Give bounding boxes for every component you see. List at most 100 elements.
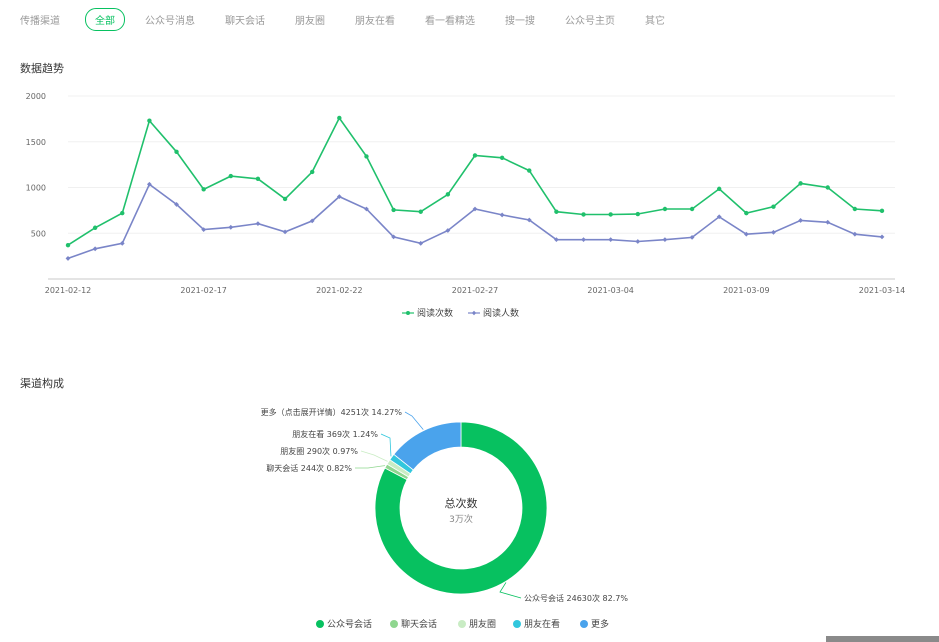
legend-dot	[390, 620, 398, 628]
tab-search[interactable]: 搜一搜	[505, 12, 535, 27]
callout-line	[404, 411, 424, 430]
slice-label: 公众号会话 24630次 82.7%	[524, 593, 628, 603]
legend-marker-reads	[406, 311, 410, 315]
legend-label: 阅读次数	[417, 307, 453, 319]
data-point-reads	[798, 181, 803, 186]
data-point-reads	[337, 115, 342, 121]
data-point-reads	[554, 209, 559, 214]
x-tick-label: 2021-03-14	[859, 286, 906, 295]
tab-official-account-message[interactable]: 公众号消息	[145, 12, 195, 27]
callout-line	[360, 450, 388, 462]
data-point-readers	[581, 237, 586, 243]
tab-account-homepage[interactable]: 公众号主页	[565, 12, 615, 27]
data-point-reads	[581, 212, 586, 217]
legend-dot	[513, 620, 521, 628]
horizontal-scrollbar[interactable]	[826, 636, 939, 642]
data-point-reads	[499, 155, 505, 160]
tab-chat-session[interactable]: 聊天会话	[225, 12, 265, 27]
data-point-reads	[364, 154, 369, 159]
legend-dot	[316, 620, 324, 628]
data-point-reads	[689, 206, 695, 212]
x-tick-label: 2021-02-17	[180, 286, 227, 295]
data-point-reads	[147, 118, 152, 123]
data-point-reads	[201, 187, 206, 192]
tab-friends-watching[interactable]: 朋友在看	[355, 12, 395, 27]
data-point-reads	[120, 210, 125, 216]
y-tick-label: 1000	[26, 184, 46, 193]
data-point-readers	[228, 224, 234, 230]
legend-label: 公众号会话	[327, 618, 372, 630]
tab-other[interactable]: 其它	[645, 12, 665, 27]
data-point-reads	[310, 169, 315, 175]
legend-dot	[458, 620, 466, 628]
series-line-1	[67, 183, 883, 260]
data-point-reads	[635, 211, 640, 217]
data-point-readers	[662, 237, 668, 243]
legend-label: 阅读人数	[483, 307, 519, 319]
data-point-readers	[119, 240, 125, 246]
legend-dot	[580, 620, 588, 628]
data-point-reads	[879, 208, 885, 214]
data-point-readers	[608, 237, 614, 243]
data-point-reads	[717, 186, 722, 192]
callout-line	[499, 582, 522, 599]
slice-label: 聊天会话 244次 0.82%	[266, 463, 352, 473]
slice-label: 朋友圈 290次 0.97%	[280, 446, 358, 456]
data-point-reads	[608, 212, 613, 217]
trend-line-chart: 500 1000 1500 2000 2021-02-12 2021-02-17 2021-…	[26, 92, 906, 319]
data-point-reads	[391, 207, 396, 213]
data-point-reads	[65, 242, 71, 248]
data-point-reads	[472, 153, 478, 158]
data-point-reads	[228, 173, 233, 179]
tab-all[interactable]: 全部	[85, 7, 125, 31]
x-tick-label: 2021-02-22	[316, 286, 363, 295]
slice-label: 朋友在看 369次 1.24%	[292, 429, 378, 439]
data-point-reads	[282, 196, 288, 202]
x-tick-label: 2021-03-09	[723, 286, 770, 295]
x-tick-label: 2021-02-12	[45, 286, 92, 295]
donut-center-value: 3万次	[449, 513, 473, 525]
data-point-reads	[255, 176, 261, 182]
legend-label: 更多	[591, 618, 609, 630]
channel-section-title: 渠道构成	[20, 377, 64, 390]
data-point-readers	[92, 246, 98, 252]
data-point-reads	[527, 168, 532, 173]
data-point-reads	[744, 210, 749, 216]
data-point-readers	[771, 229, 776, 235]
tab-moments[interactable]: 朋友圈	[295, 12, 325, 27]
legend-label: 聊天会话	[401, 618, 437, 630]
callout-line	[355, 465, 386, 469]
donut-center-label: 总次数	[445, 496, 478, 510]
data-point-readers	[65, 256, 71, 261]
data-point-reads	[418, 209, 423, 214]
channel-donut-chart: 总次数 3万次公众号会话 24630次 82.7% 聊天会话 244次 0.82% 朋…	[261, 407, 629, 630]
slice-label: 更多（点击展开详情）4251次 14.27%	[261, 407, 403, 417]
legend-marker-readers	[471, 310, 477, 316]
data-point-reads	[445, 192, 451, 197]
data-point-reads	[825, 185, 830, 190]
x-tick-label: 2021-02-27	[452, 286, 499, 295]
data-point-reads	[852, 206, 858, 212]
data-point-readers	[852, 231, 858, 237]
donut-slice	[393, 421, 462, 471]
series-line-0	[67, 116, 883, 246]
data-point-readers	[798, 218, 803, 223]
channel-tabs-label: 传播渠道	[20, 15, 60, 27]
data-point-readers	[635, 239, 641, 244]
legend-label: 朋友在看	[524, 618, 560, 630]
y-tick-label: 500	[31, 229, 46, 238]
data-point-reads	[92, 225, 98, 230]
callout-line	[380, 433, 392, 457]
data-point-reads	[174, 149, 179, 155]
channel-tabs: 传播渠道 全部 公众号消息 聊天会话 朋友圈 朋友在看 看一看精选 搜一搜 公众…	[20, 7, 695, 31]
y-tick-label: 1500	[26, 138, 46, 147]
legend-label: 朋友圈	[469, 618, 496, 630]
data-point-reads	[662, 206, 668, 212]
data-point-readers	[879, 234, 885, 240]
data-point-readers	[825, 219, 831, 225]
trend-section-title: 数据趋势	[20, 62, 64, 75]
tab-top-stories[interactable]: 看一看精选	[425, 12, 475, 27]
data-point-reads	[771, 204, 776, 209]
data-point-readers	[255, 221, 261, 227]
y-tick-label: 2000	[26, 92, 46, 101]
